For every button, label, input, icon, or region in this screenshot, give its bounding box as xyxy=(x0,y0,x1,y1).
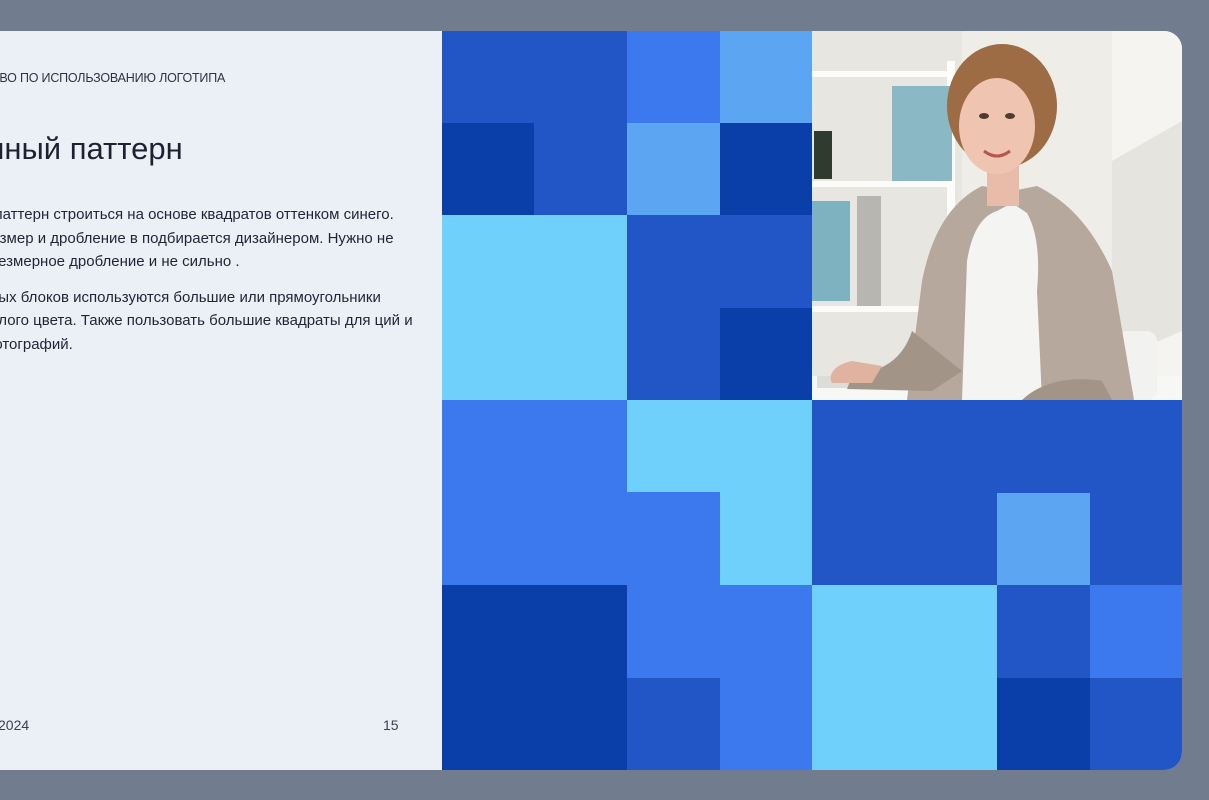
slide-body: й паттерн строиться на основе квадратов … xyxy=(0,203,422,368)
page-number: 15 xyxy=(383,717,399,733)
slide: ТВО ПО ИСПОЛЬЗОВАНИЮ ЛОГОТИПА енный патт… xyxy=(0,31,1182,770)
pattern-cell xyxy=(720,308,812,400)
pattern-cell xyxy=(997,493,1090,585)
pattern-cell xyxy=(1090,585,1182,678)
pattern-cell xyxy=(997,585,1090,678)
pattern-cell xyxy=(442,123,534,215)
photo-woman-at-desk xyxy=(812,31,1182,400)
paragraph-2: овых блоков используются большие или пря… xyxy=(0,288,413,353)
pattern-cell xyxy=(997,678,1090,770)
pattern-cell xyxy=(442,400,627,585)
pattern-cell xyxy=(720,31,812,123)
text-panel: ТВО ПО ИСПОЛЬЗОВАНИЮ ЛОГОТИПА енный патт… xyxy=(0,31,442,770)
pattern-cell xyxy=(720,400,812,585)
pattern-cell xyxy=(442,585,627,770)
slide-header: ТВО ПО ИСПОЛЬЗОВАНИЮ ЛОГОТИПА xyxy=(0,71,226,85)
pattern-cell xyxy=(627,123,720,215)
blue-square-pattern xyxy=(442,31,1182,770)
pattern-cell xyxy=(812,585,997,770)
pattern-cell xyxy=(442,215,627,400)
pattern-cell xyxy=(627,678,720,770)
footer-year: 2024 xyxy=(0,717,30,733)
slide-title: енный паттерн xyxy=(0,131,183,166)
pattern-cell xyxy=(720,123,812,215)
pattern-cell xyxy=(1090,678,1182,770)
paragraph-1: й паттерн строиться на основе квадратов … xyxy=(0,206,394,270)
pattern-cell xyxy=(627,31,720,123)
